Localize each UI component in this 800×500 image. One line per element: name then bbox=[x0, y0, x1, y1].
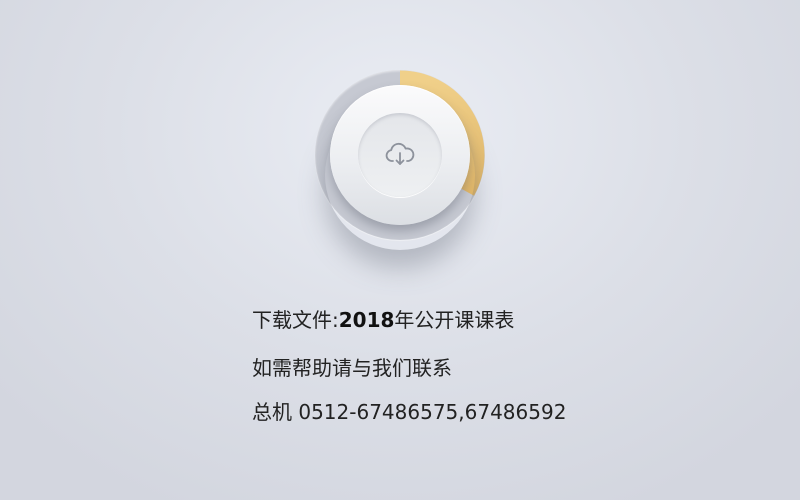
help-text: 如需帮助请与我们联系 bbox=[252, 356, 452, 380]
file-title-suffix: 年公开课课表 bbox=[394, 308, 515, 332]
file-title[interactable]: 下载文件:2018年公开课课表 bbox=[252, 302, 566, 346]
download-info: 下载文件:2018年公开课课表 如需帮助请与我们联系 总机 0512-67486… bbox=[252, 302, 566, 434]
file-title-prefix: 下载文件: bbox=[252, 308, 339, 332]
knob-center[interactable] bbox=[358, 113, 442, 197]
file-title-year: 2018 bbox=[338, 308, 395, 332]
download-button[interactable] bbox=[315, 70, 485, 240]
cloud-download-icon bbox=[385, 142, 415, 165]
download-knob[interactable] bbox=[330, 85, 470, 225]
phone-text: 总机 0512-67486575,67486592 bbox=[252, 400, 567, 424]
